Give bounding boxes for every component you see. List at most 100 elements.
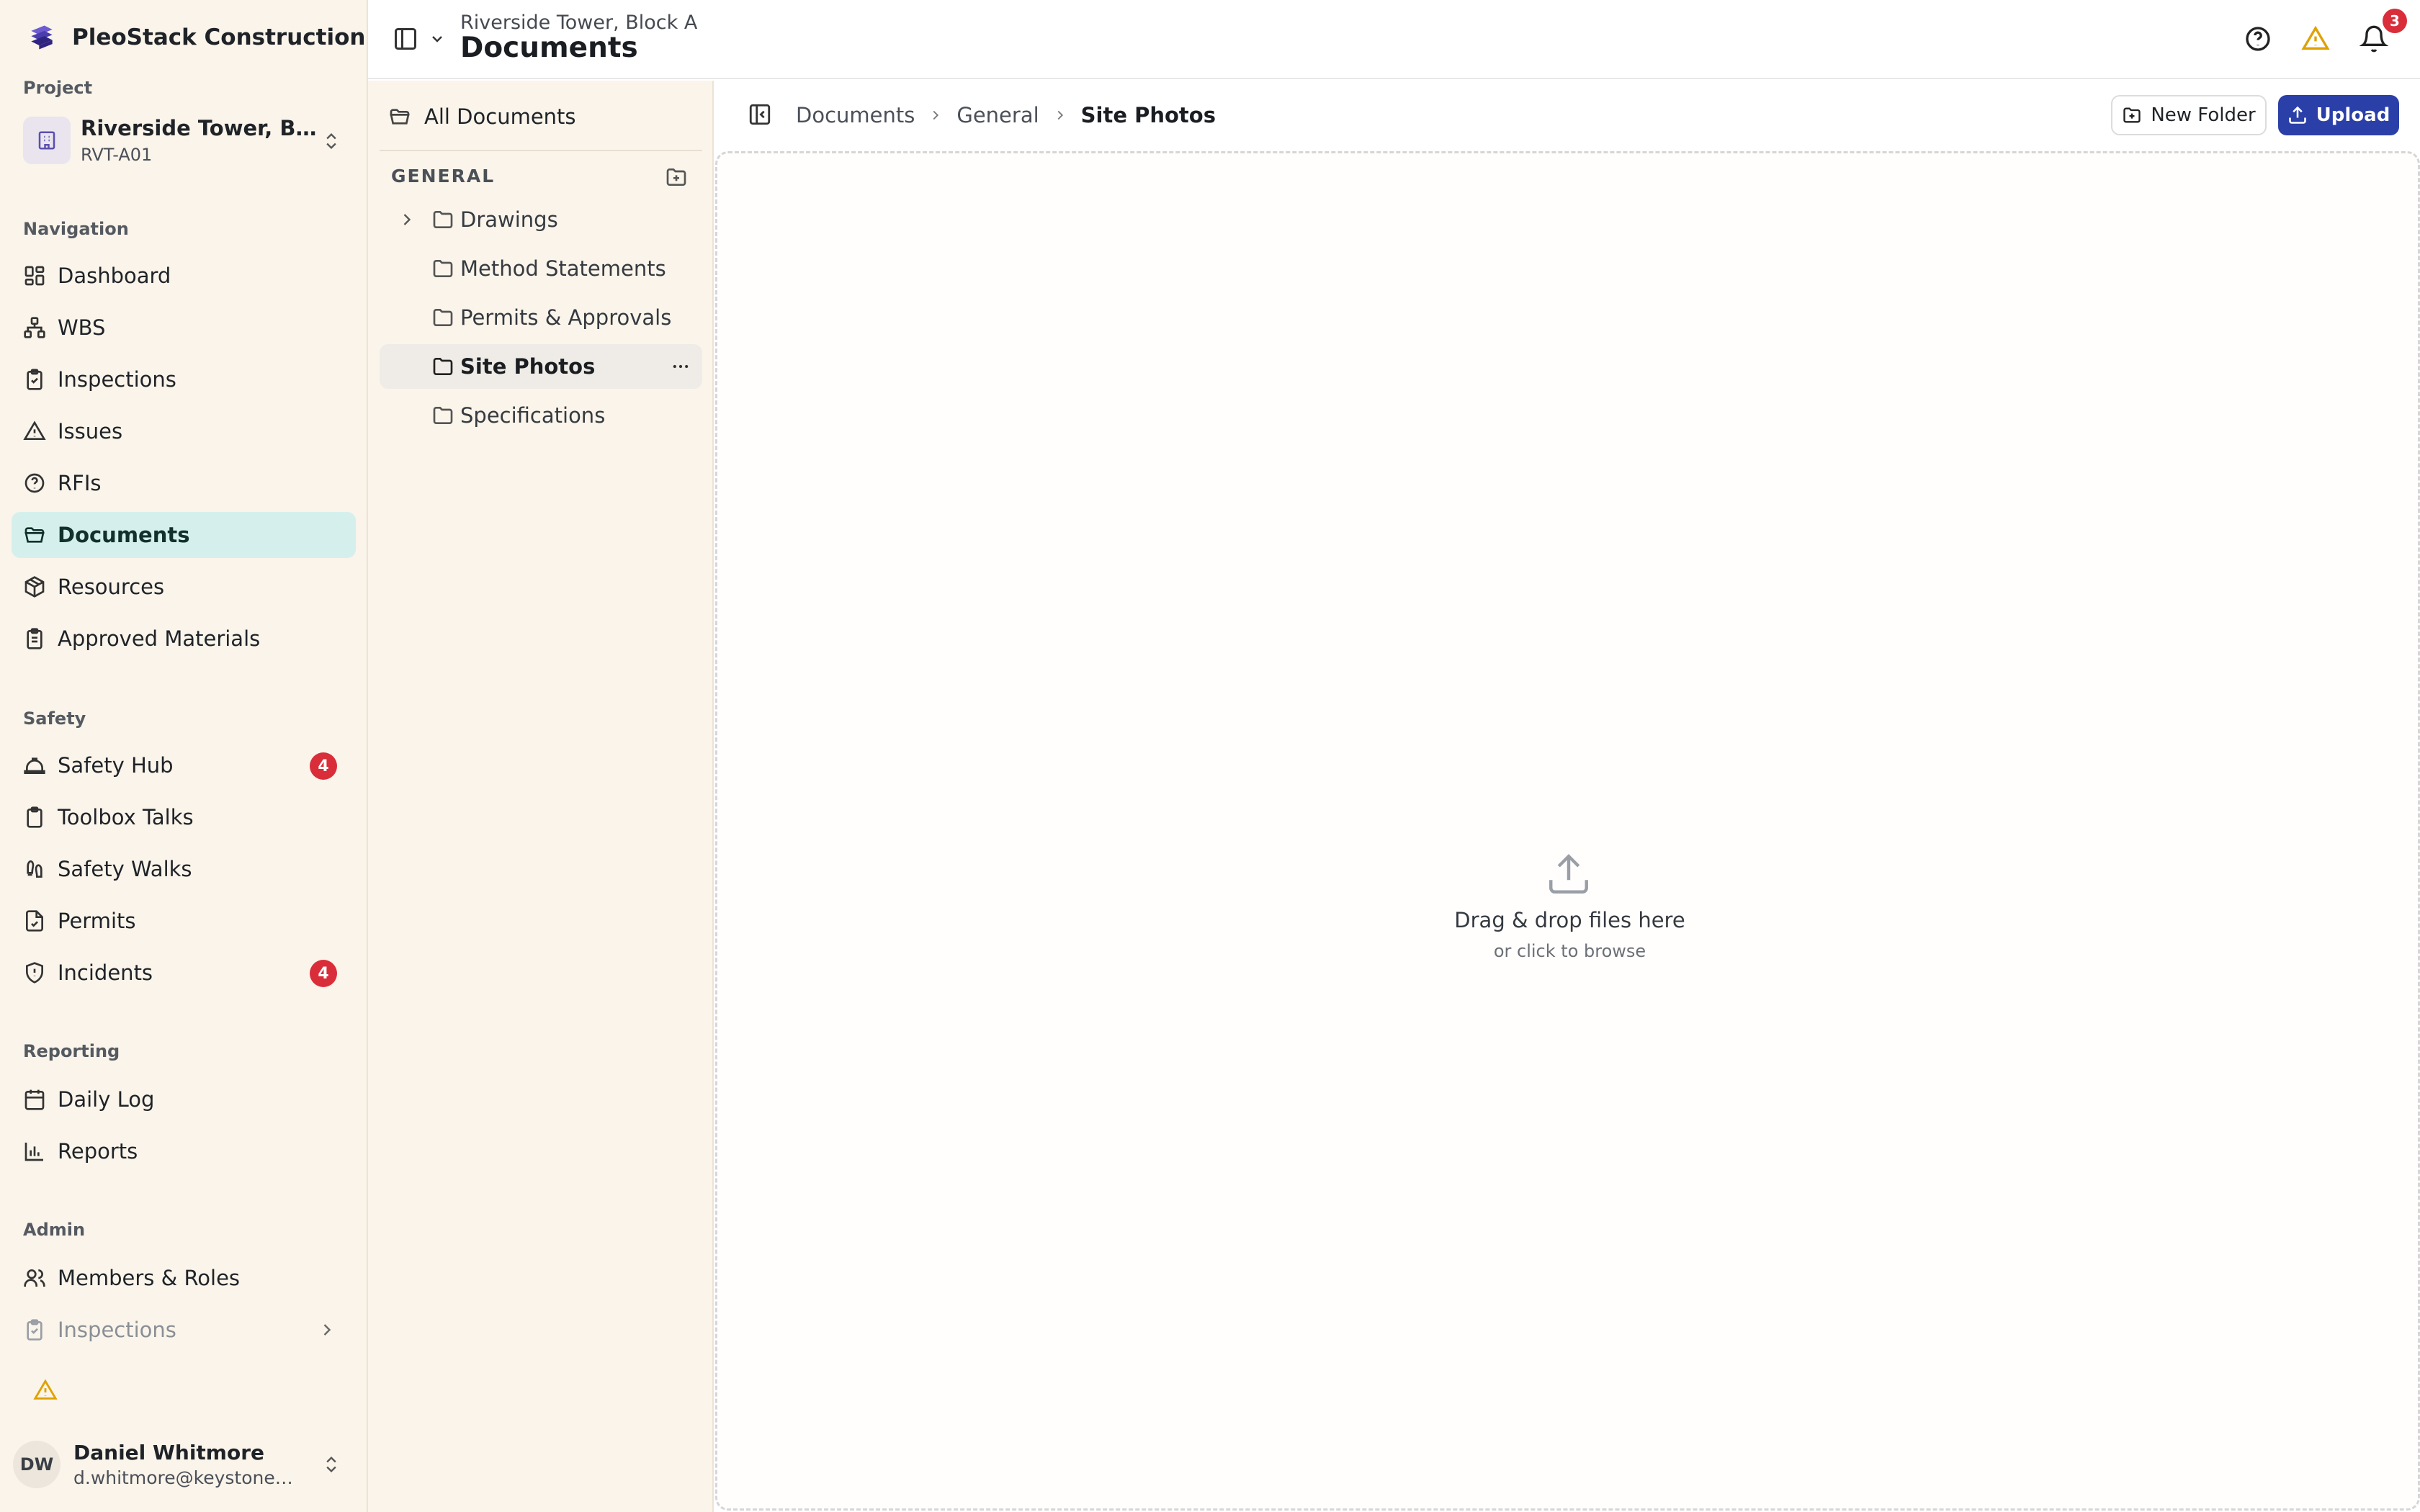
chevrons-up-down-icon	[326, 133, 336, 149]
top-header: Riverside Tower, Block A Documents 3	[368, 0, 2420, 79]
sidebar-item-label: Members & Roles	[58, 1266, 241, 1290]
sidebar: PleoStack Construction ... Project River…	[0, 0, 399, 1512]
avatar: DW	[13, 1441, 60, 1488]
sidebar-item-inspections[interactable]: Inspections	[12, 356, 356, 402]
warning-icon[interactable]	[2301, 24, 2330, 53]
sidebar-item-wbs[interactable]: WBS	[12, 305, 356, 351]
new-folder-label: New Folder	[2151, 104, 2256, 126]
bar-chart-icon	[23, 1140, 46, 1163]
folder-label: Site Photos	[460, 354, 596, 379]
shield-alert-icon	[23, 961, 46, 984]
all-documents-label: All Documents	[424, 104, 576, 129]
users-icon	[23, 1266, 46, 1290]
safety-section-label: Safety	[23, 708, 86, 729]
folder-label: Specifications	[460, 403, 606, 428]
folder-item-specifications[interactable]: Specifications	[380, 393, 702, 438]
sidebar-item-reports[interactable]: Reports	[12, 1128, 356, 1174]
new-folder-button[interactable]: New Folder	[2111, 95, 2267, 135]
help-circle-icon[interactable]	[2244, 24, 2272, 53]
sidebar-item-members-roles[interactable]: Members & Roles	[12, 1255, 356, 1301]
clipboard-check-icon	[23, 1318, 46, 1341]
sidebar-item-documents[interactable]: Documents	[12, 512, 356, 558]
sidebar-item-label: Dashboard	[58, 264, 171, 288]
sidebar-item-label: Reports	[58, 1139, 138, 1164]
user-menu[interactable]: DW Daniel Whitmore d.whitmore@keystonebu…	[13, 1436, 356, 1493]
folder-label: Permits & Approvals	[460, 305, 672, 330]
sidebar-item-permits[interactable]: Permits	[12, 898, 356, 944]
sidebar-item-dashboard[interactable]: Dashboard	[12, 253, 356, 299]
sidebar-item-safety-walks[interactable]: Safety Walks	[12, 846, 356, 892]
more-horizontal-icon[interactable]	[671, 356, 691, 377]
sidebar-item-admin-inspections[interactable]: Inspections	[12, 1307, 356, 1353]
folder-panel: All Documents GENERAL Drawings Method St…	[368, 81, 714, 1512]
sidebar-item-rfis[interactable]: RFIs	[12, 460, 356, 506]
warning-icon[interactable]	[33, 1378, 58, 1403]
calendar-icon	[23, 1088, 46, 1111]
sidebar-item-label: Inspections	[58, 367, 176, 392]
folder-item-drawings[interactable]: Drawings	[380, 197, 702, 242]
breadcrumb-current: Site Photos	[1080, 103, 1216, 127]
sidebar-item-label: Daily Log	[58, 1087, 155, 1112]
sidebar-item-label: Incidents	[58, 960, 153, 985]
chevron-right-icon	[323, 1324, 331, 1336]
brand[interactable]: PleoStack Construction ...	[26, 20, 399, 55]
folder-label: Method Statements	[460, 256, 666, 281]
sidebar-item-resources[interactable]: Resources	[12, 564, 356, 610]
sidebar-item-label: Safety Walks	[58, 857, 192, 881]
app-root: PleoStack Construction ... Project River…	[0, 0, 2420, 1512]
sidebar-item-label: Issues	[58, 419, 123, 444]
upload-button[interactable]: Upload	[2278, 95, 2399, 135]
brand-name: PleoStack Construction ...	[72, 24, 399, 50]
dropzone-subtitle[interactable]: or click to browse	[717, 941, 2420, 961]
folder-group-label: GENERAL	[391, 166, 496, 186]
sidebar-item-label: Toolbox Talks	[58, 805, 194, 829]
folder-item-permits-approvals[interactable]: Permits & Approvals	[380, 295, 702, 340]
breadcrumb-general[interactable]: General	[956, 103, 1039, 127]
upload-icon	[1549, 854, 1588, 894]
folder-label: Drawings	[460, 207, 558, 232]
clipboard-icon	[23, 806, 46, 829]
building-icon	[23, 117, 71, 164]
sidebar-item-incidents[interactable]: Incidents 4	[12, 950, 356, 996]
footprints-icon	[23, 858, 46, 881]
sidebar-item-label: Documents	[58, 523, 190, 547]
project-section-label: Project	[23, 78, 93, 98]
breadcrumb-documents[interactable]: Documents	[796, 103, 915, 127]
admin-section-label: Admin	[23, 1220, 86, 1240]
dashboard-icon	[23, 264, 46, 287]
chevron-right-icon[interactable]	[397, 210, 417, 230]
page-title: Documents	[460, 32, 638, 64]
sidebar-item-approved-materials[interactable]: Approved Materials	[12, 616, 356, 662]
main-content: Documents General Site Photos New Folder…	[715, 81, 2420, 1512]
project-switcher[interactable]: Riverside Tower, Bloc... RVT-A01	[13, 109, 356, 171]
sidebar-item-safety-hub[interactable]: Safety Hub 4	[12, 742, 356, 788]
all-documents-link[interactable]: All Documents	[388, 101, 576, 132]
sidebar-item-label: Inspections	[58, 1318, 176, 1342]
folder-open-icon	[23, 523, 46, 546]
sidebar-item-label: Safety Hub	[58, 753, 174, 778]
folder-plus-icon[interactable]	[665, 166, 688, 189]
dropzone-title: Drag & drop files here	[1454, 908, 1685, 932]
brand-logo-icon	[31, 25, 53, 50]
project-name: Riverside Tower, Bloc...	[81, 116, 318, 140]
sidebar-item-daily-log[interactable]: Daily Log	[12, 1076, 356, 1122]
safety-hub-count-badge: 4	[310, 752, 337, 780]
chevron-down-icon[interactable]	[429, 30, 446, 48]
folder-item-method-statements[interactable]: Method Statements	[380, 246, 702, 291]
file-dropzone[interactable]: Drag & drop files here or click to brows…	[715, 151, 2420, 1511]
folder-item-site-photos[interactable]: Site Photos	[380, 344, 702, 389]
sidebar-item-toolbox-talks[interactable]: Toolbox Talks	[12, 794, 356, 840]
upload-icon	[2288, 106, 2306, 124]
chevron-right-icon	[1057, 110, 1063, 120]
sidebar-item-label: Approved Materials	[58, 626, 261, 651]
folder-icon	[433, 260, 453, 277]
bell-icon[interactable]	[2360, 24, 2388, 53]
help-circle-icon	[23, 472, 46, 495]
notification-count-badge: 3	[2383, 9, 2407, 33]
nav-section-label: Navigation	[23, 219, 129, 239]
panel-collapse-icon[interactable]	[748, 102, 772, 127]
sidebar-toggle-icon[interactable]	[393, 26, 418, 52]
folder-open-icon	[390, 109, 410, 125]
divider	[380, 150, 702, 151]
sidebar-item-issues[interactable]: Issues	[12, 408, 356, 454]
